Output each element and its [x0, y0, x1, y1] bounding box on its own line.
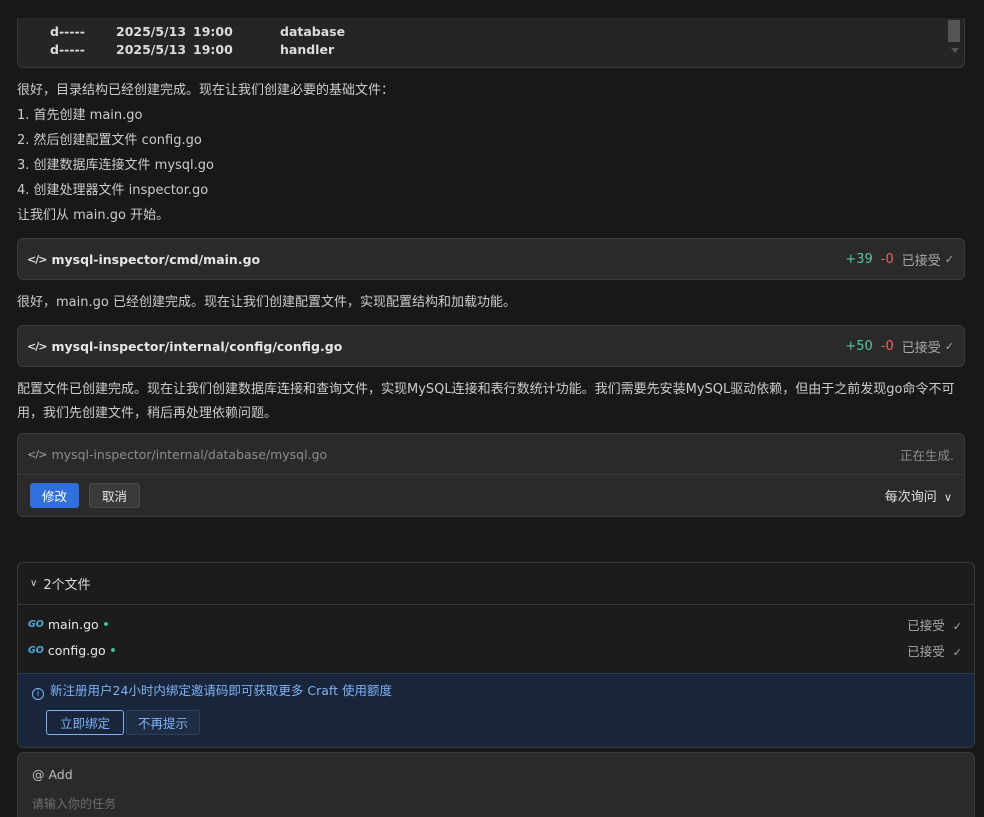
- changed-files-header[interactable]: ∨ 2个文件: [18, 563, 974, 605]
- chat-panel: d----- 2025/5/13 19:00 database d----- 2…: [0, 0, 984, 817]
- file-list-item[interactable]: GO main.go 已接受 ✓: [18, 611, 974, 637]
- file-change-card[interactable]: </> mysql-inspector/internal/config/conf…: [17, 325, 965, 367]
- check-icon: ✓: [952, 619, 962, 633]
- approval-mode-dropdown[interactable]: 每次询问 ∨: [885, 486, 952, 505]
- code-icon: </>: [27, 447, 47, 461]
- check-icon: ✓: [944, 339, 954, 353]
- assistant-message-text: 3. 创建数据库连接文件 mysql.go: [17, 158, 214, 173]
- changed-files-count: 2个文件: [43, 578, 91, 593]
- file-change-card[interactable]: </> mysql-inspector/cmd/main.go +39 -0 已…: [17, 238, 965, 280]
- file-generating-card: </> mysql-inspector/internal/database/my…: [17, 433, 965, 517]
- assistant-message-text: 很好，main.go 已经创建完成。现在让我们创建配置文件，实现配置结构和加载功…: [17, 295, 516, 310]
- modified-dot-icon: [103, 622, 108, 626]
- accepted-label: 已接受: [907, 643, 945, 659]
- check-icon: ✓: [944, 252, 954, 266]
- assistant-message-text: 配置文件已创建完成。现在让我们创建数据库连接和查询文件，实现MySQL连接和表行…: [17, 382, 955, 421]
- terminal-name: handler: [280, 42, 335, 57]
- code-icon: </>: [27, 339, 47, 353]
- lines-removed: -0: [880, 251, 894, 267]
- modified-dot-icon: [110, 648, 115, 652]
- assistant-message-text: 2. 然后创建配置文件 config.go: [17, 133, 202, 148]
- assistant-message-text: 很好，目录结构已经创建完成。现在让我们创建必要的基础文件：: [17, 83, 395, 98]
- file-name: main.go: [47, 616, 99, 632]
- file-change-header: </> mysql-inspector/internal/database/my…: [18, 434, 964, 474]
- file-path: mysql-inspector/cmd/main.go: [51, 251, 261, 267]
- terminal-time: 19:00: [193, 24, 233, 39]
- lines-removed: -0: [880, 338, 894, 354]
- terminal-mode: d-----: [50, 24, 85, 39]
- terminal-time: 19:00: [193, 42, 233, 57]
- assistant-message-text: 4. 创建处理器文件 inspector.go: [17, 183, 209, 198]
- lines-added: +50: [845, 338, 873, 354]
- accepted-status[interactable]: 已接受: [902, 250, 941, 269]
- code-icon: </>: [27, 252, 47, 266]
- approval-mode-label: 每次询问: [884, 490, 937, 505]
- approval-bar: 修改 取消 每次询问 ∨: [18, 474, 964, 516]
- file-change-header[interactable]: </> mysql-inspector/internal/config/conf…: [18, 326, 964, 366]
- task-input-box[interactable]: @ Add: [17, 752, 975, 817]
- bind-now-button[interactable]: 立即绑定: [46, 710, 125, 735]
- go-file-icon: GO: [28, 644, 44, 656]
- chevron-down-icon: ∨: [943, 491, 952, 504]
- accepted-status: 已接受 ✓: [907, 615, 962, 634]
- notice-message: i 新注册用户24小时内绑定邀请码即可获取更多 Craft 使用额度: [32, 680, 392, 700]
- assistant-message-text: 1. 首先创建 main.go: [17, 108, 143, 123]
- cancel-button[interactable]: 取消: [89, 483, 141, 508]
- scrollbar-thumb[interactable]: [948, 20, 960, 42]
- terminal-mode: d-----: [50, 42, 85, 57]
- task-input[interactable]: [32, 793, 932, 815]
- file-name: config.go: [47, 642, 106, 658]
- file-path: mysql-inspector/internal/database/mysql.…: [51, 446, 328, 462]
- changed-files-panel: ∨ 2个文件 GO main.go 已接受 ✓ GO config.go 已接受…: [17, 562, 975, 748]
- add-context-button[interactable]: @ Add: [32, 767, 73, 782]
- lines-added: +39: [845, 251, 873, 267]
- terminal-name: database: [280, 24, 346, 39]
- terminal-date: 2025/5/13: [116, 42, 187, 57]
- invite-notice-banner: i 新注册用户24小时内绑定邀请码即可获取更多 Craft 使用额度 立即绑定 不…: [18, 673, 974, 747]
- accepted-status[interactable]: 已接受: [902, 337, 941, 356]
- info-icon: i: [32, 688, 44, 700]
- file-change-header[interactable]: </> mysql-inspector/cmd/main.go +39 -0 已…: [18, 239, 964, 279]
- notice-text: 新注册用户24小时内绑定邀请码即可获取更多 Craft 使用额度: [50, 683, 392, 698]
- modify-button[interactable]: 修改: [30, 483, 80, 508]
- dont-show-again-button[interactable]: 不再提示: [126, 710, 201, 735]
- generating-status: 正在生成.: [900, 447, 954, 463]
- go-file-icon: GO: [28, 618, 44, 630]
- assistant-message-text: 让我们从 main.go 开始。: [17, 208, 170, 223]
- file-list-item[interactable]: GO config.go 已接受 ✓: [18, 637, 974, 663]
- terminal-scrollbar[interactable]: [948, 20, 960, 58]
- terminal-date: 2025/5/13: [116, 24, 187, 39]
- accepted-status: 已接受 ✓: [907, 641, 962, 660]
- chevron-down-icon[interactable]: ∨: [30, 578, 37, 589]
- terminal-output: d----- 2025/5/13 19:00 database d----- 2…: [17, 18, 965, 68]
- check-icon: ✓: [952, 645, 962, 659]
- scroll-down-arrow-icon[interactable]: [951, 48, 959, 53]
- file-path: mysql-inspector/internal/config/config.g…: [51, 338, 343, 354]
- accepted-label: 已接受: [907, 617, 945, 633]
